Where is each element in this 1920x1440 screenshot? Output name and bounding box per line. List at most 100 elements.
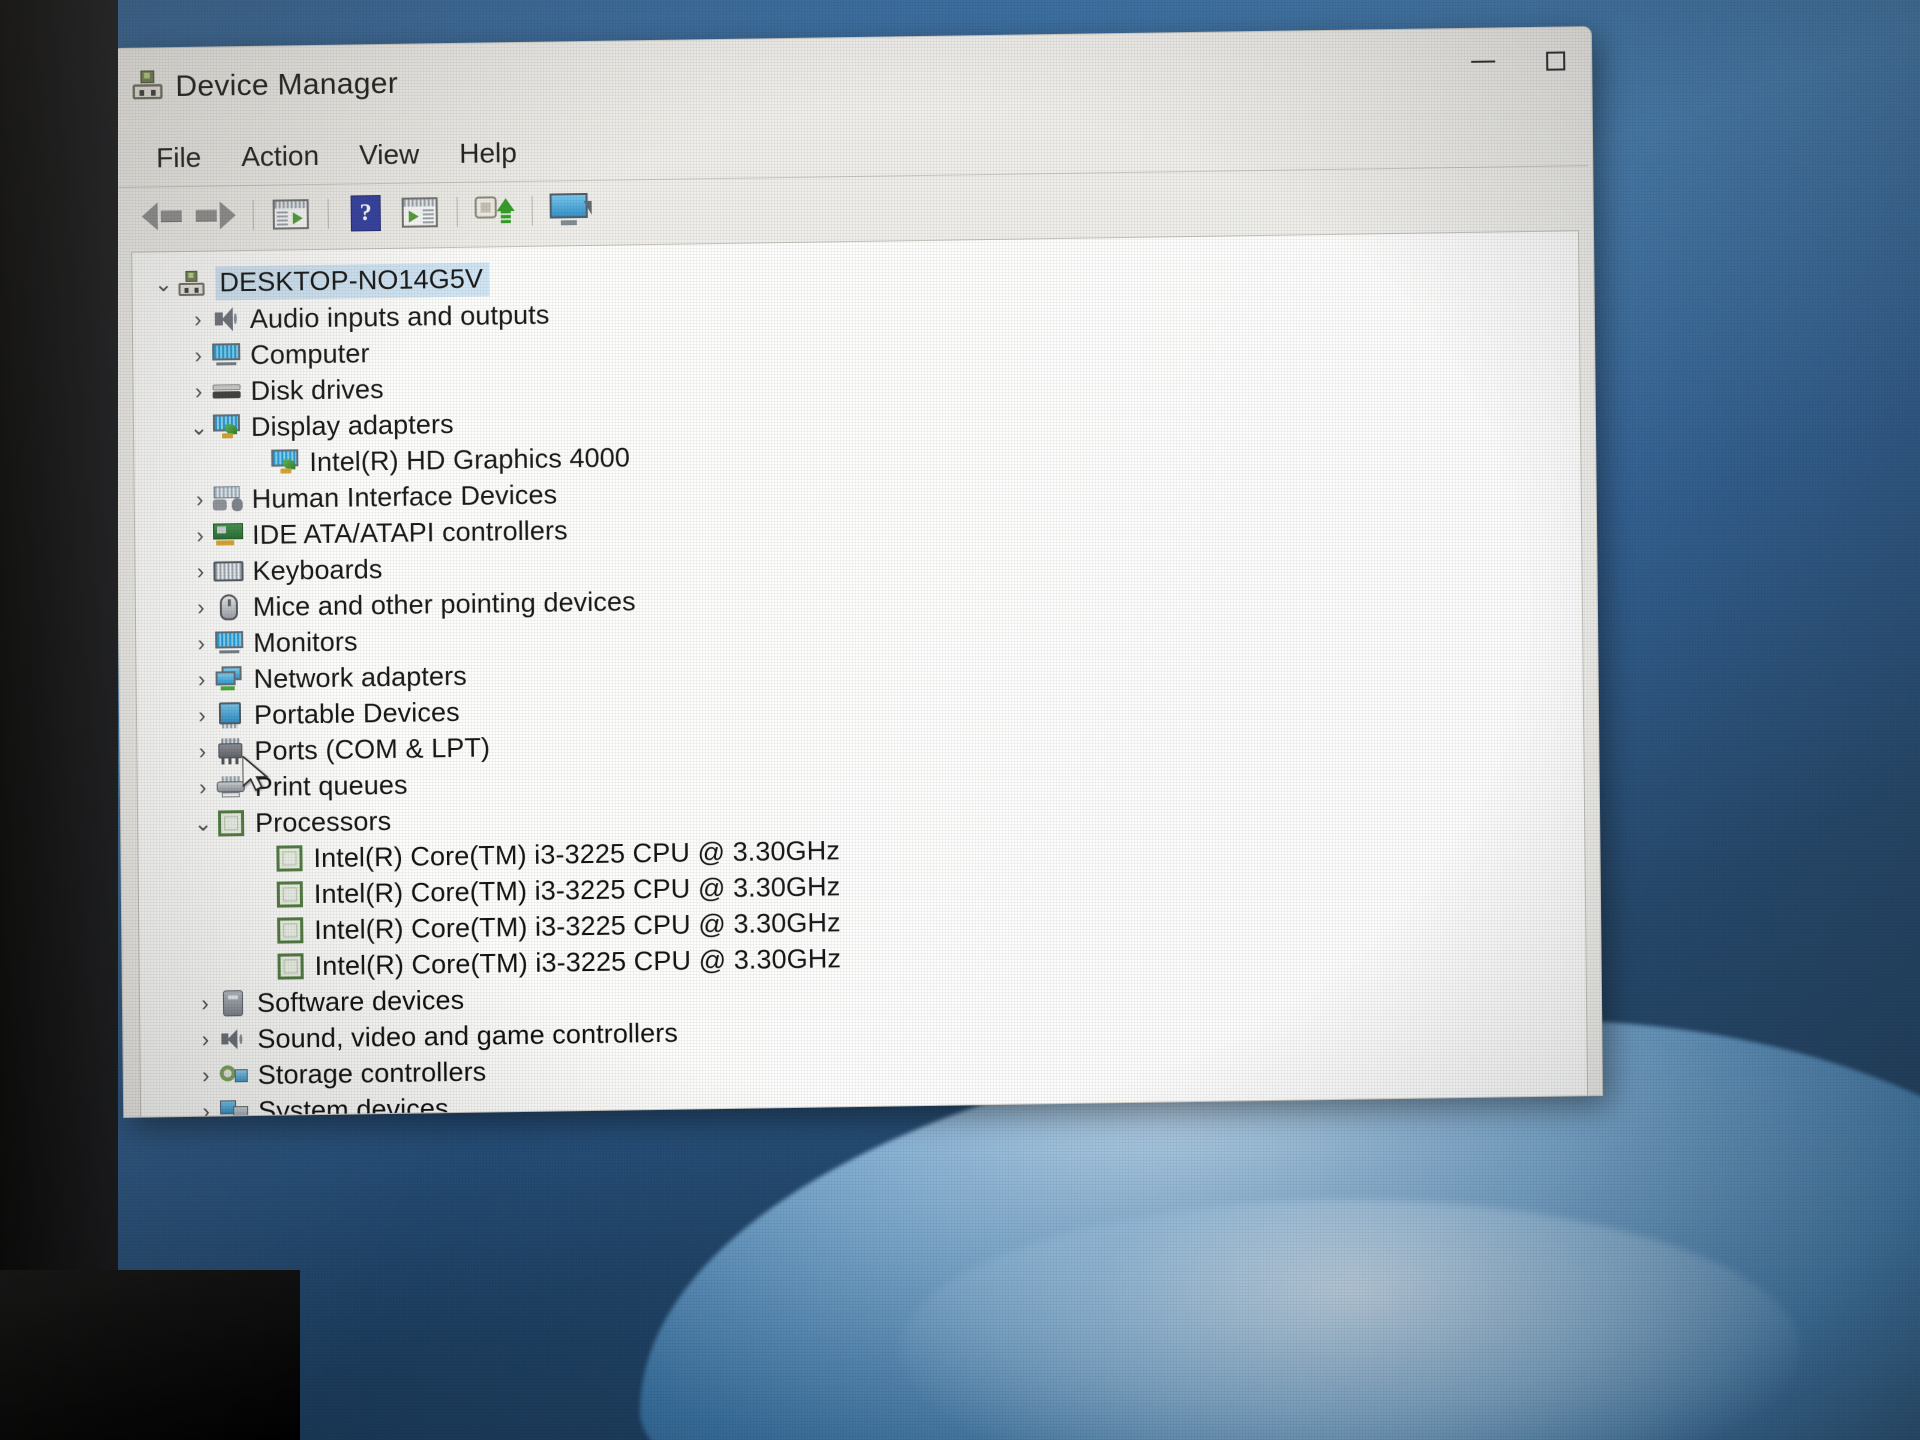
processor-icon (274, 845, 304, 872)
controller-card-icon (212, 523, 244, 547)
minimize-icon (1471, 60, 1496, 63)
tree-item-label: System devices (257, 1092, 449, 1118)
tree-item-label: IDE ATA/ATAPI controllers (251, 514, 568, 550)
device-manager-icon (131, 70, 165, 105)
tree-item-label: Intel(R) Core(TM) i3-3225 CPU @ 3.30GHz (313, 834, 841, 873)
update-driver-button[interactable] (542, 187, 596, 234)
chevron-right-icon[interactable]: › (192, 1027, 218, 1052)
processor-icon (216, 810, 246, 837)
hid-icon (212, 486, 243, 512)
menu-help[interactable]: Help (439, 135, 537, 172)
computer-icon (211, 343, 241, 367)
tree-item-label: Processors (254, 805, 392, 838)
chevron-right-icon[interactable]: › (193, 1063, 219, 1088)
maximize-icon (1545, 50, 1565, 71)
window-controls (1447, 27, 1592, 111)
update-driver-icon (549, 192, 592, 228)
minimize-button[interactable] (1447, 28, 1520, 95)
chevron-right-icon[interactable]: › (187, 487, 213, 512)
monitor-bezel-bottom (0, 1270, 300, 1440)
back-arrow-icon (141, 202, 182, 231)
speaker-icon (211, 306, 241, 332)
tree-item-label: Human Interface Devices (251, 478, 558, 514)
chevron-right-icon[interactable]: › (185, 379, 211, 404)
chevron-right-icon[interactable]: › (193, 1099, 219, 1118)
maximize-button[interactable] (1519, 27, 1592, 94)
device-manager-window: Device Manager File Action View Help ? ⌄… (112, 26, 1604, 1118)
device-tree: ⌄ DESKTOP-NO14G5V › Audio inputs and outp… (132, 231, 1587, 1118)
chevron-right-icon[interactable]: › (188, 595, 214, 620)
tree-item-label: Print queues (254, 769, 408, 802)
sound-icon (218, 1027, 248, 1051)
window-title: Device Manager (175, 66, 399, 104)
tree-item-label: Intel(R) Core(TM) i3-3225 CPU @ 3.30GHz (314, 942, 842, 981)
storage-controller-icon (219, 1063, 249, 1087)
device-tree-pane[interactable]: ⌄ DESKTOP-NO14G5V › Audio inputs and outp… (131, 230, 1589, 1118)
chevron-right-icon[interactable]: › (185, 307, 211, 332)
processor-icon (275, 881, 305, 908)
chevron-down-icon[interactable]: ⌄ (190, 811, 216, 836)
tree-item-label: Keyboards (252, 553, 383, 586)
properties-button[interactable] (264, 191, 318, 238)
mouse-icon (214, 594, 244, 621)
chevron-right-icon[interactable]: › (189, 739, 215, 764)
toolbar-divider (531, 195, 533, 226)
scan-hardware-icon (474, 194, 515, 229)
chevron-right-icon[interactable]: › (190, 775, 216, 800)
monitor-icon (214, 631, 244, 655)
back-button[interactable] (135, 193, 189, 240)
computer-root-icon (176, 270, 206, 297)
scan-hardware-changes-button[interactable] (467, 188, 521, 235)
monitor-bezel-left (0, 0, 118, 1440)
chevron-right-icon[interactable]: › (189, 667, 215, 692)
chevron-down-icon[interactable]: ⌄ (150, 271, 176, 296)
forward-button[interactable] (189, 192, 243, 239)
display-adapter-icon (212, 414, 242, 440)
tree-item-label: Storage controllers (257, 1056, 487, 1090)
tree-item-label: Intel(R) HD Graphics 4000 (309, 441, 631, 477)
chevron-right-icon[interactable]: › (188, 631, 214, 656)
port-icon (215, 738, 245, 765)
tree-item-label: Audio inputs and outputs (249, 299, 550, 334)
forward-arrow-icon (195, 201, 236, 230)
chevron-down-icon[interactable]: ⌄ (186, 415, 212, 440)
tree-item-label: Software devices (256, 984, 465, 1018)
processor-icon (275, 953, 305, 980)
tree-item-label: Sound, video and game controllers (257, 1017, 679, 1054)
menu-view[interactable]: View (339, 136, 440, 173)
help-button[interactable]: ? (339, 190, 393, 237)
properties-icon (272, 199, 309, 230)
disk-drive-icon (211, 381, 241, 401)
console-tree-icon (401, 197, 438, 228)
help-question-icon: ? (350, 195, 381, 232)
tree-item-label: Intel(R) Core(TM) i3-3225 CPU @ 3.30GHz (313, 870, 841, 909)
chevron-right-icon[interactable]: › (187, 559, 213, 584)
tree-item-label: Disk drives (250, 373, 384, 406)
display-adapter-icon (270, 449, 300, 475)
toolbar-divider (456, 196, 458, 227)
network-adapter-icon (214, 666, 244, 692)
tree-item-label: Display adapters (250, 408, 454, 442)
software-device-icon (218, 990, 248, 1017)
toolbar-divider (327, 198, 329, 229)
tree-root-label: DESKTOP-NO14G5V (215, 262, 490, 301)
tree-item-label: Portable Devices (253, 696, 460, 730)
menu-file[interactable]: File (136, 139, 221, 176)
tree-item-label: Network adapters (253, 660, 467, 694)
tree-item-label: Intel(R) Core(TM) i3-3225 CPU @ 3.30GHz (314, 906, 841, 945)
keyboard-icon (213, 561, 244, 582)
toolbar-divider (252, 199, 254, 230)
menu-action[interactable]: Action (221, 138, 339, 176)
chevron-right-icon[interactable]: › (185, 343, 211, 368)
tree-item-label: Computer (250, 337, 370, 370)
chevron-right-icon[interactable]: › (187, 523, 213, 548)
system-device-icon (219, 1100, 249, 1118)
show-hide-console-tree-button[interactable] (392, 189, 446, 236)
screen-photo: Device Manager File Action View Help ? ⌄… (0, 0, 1920, 1440)
chevron-right-icon[interactable]: › (189, 703, 215, 728)
printer-icon (216, 776, 246, 798)
tree-item-label: Ports (COM & LPT) (254, 731, 491, 766)
tree-item-label: Monitors (253, 625, 358, 658)
tree-item-label: Mice and other pointing devices (252, 585, 636, 622)
chevron-right-icon[interactable]: › (192, 991, 218, 1016)
